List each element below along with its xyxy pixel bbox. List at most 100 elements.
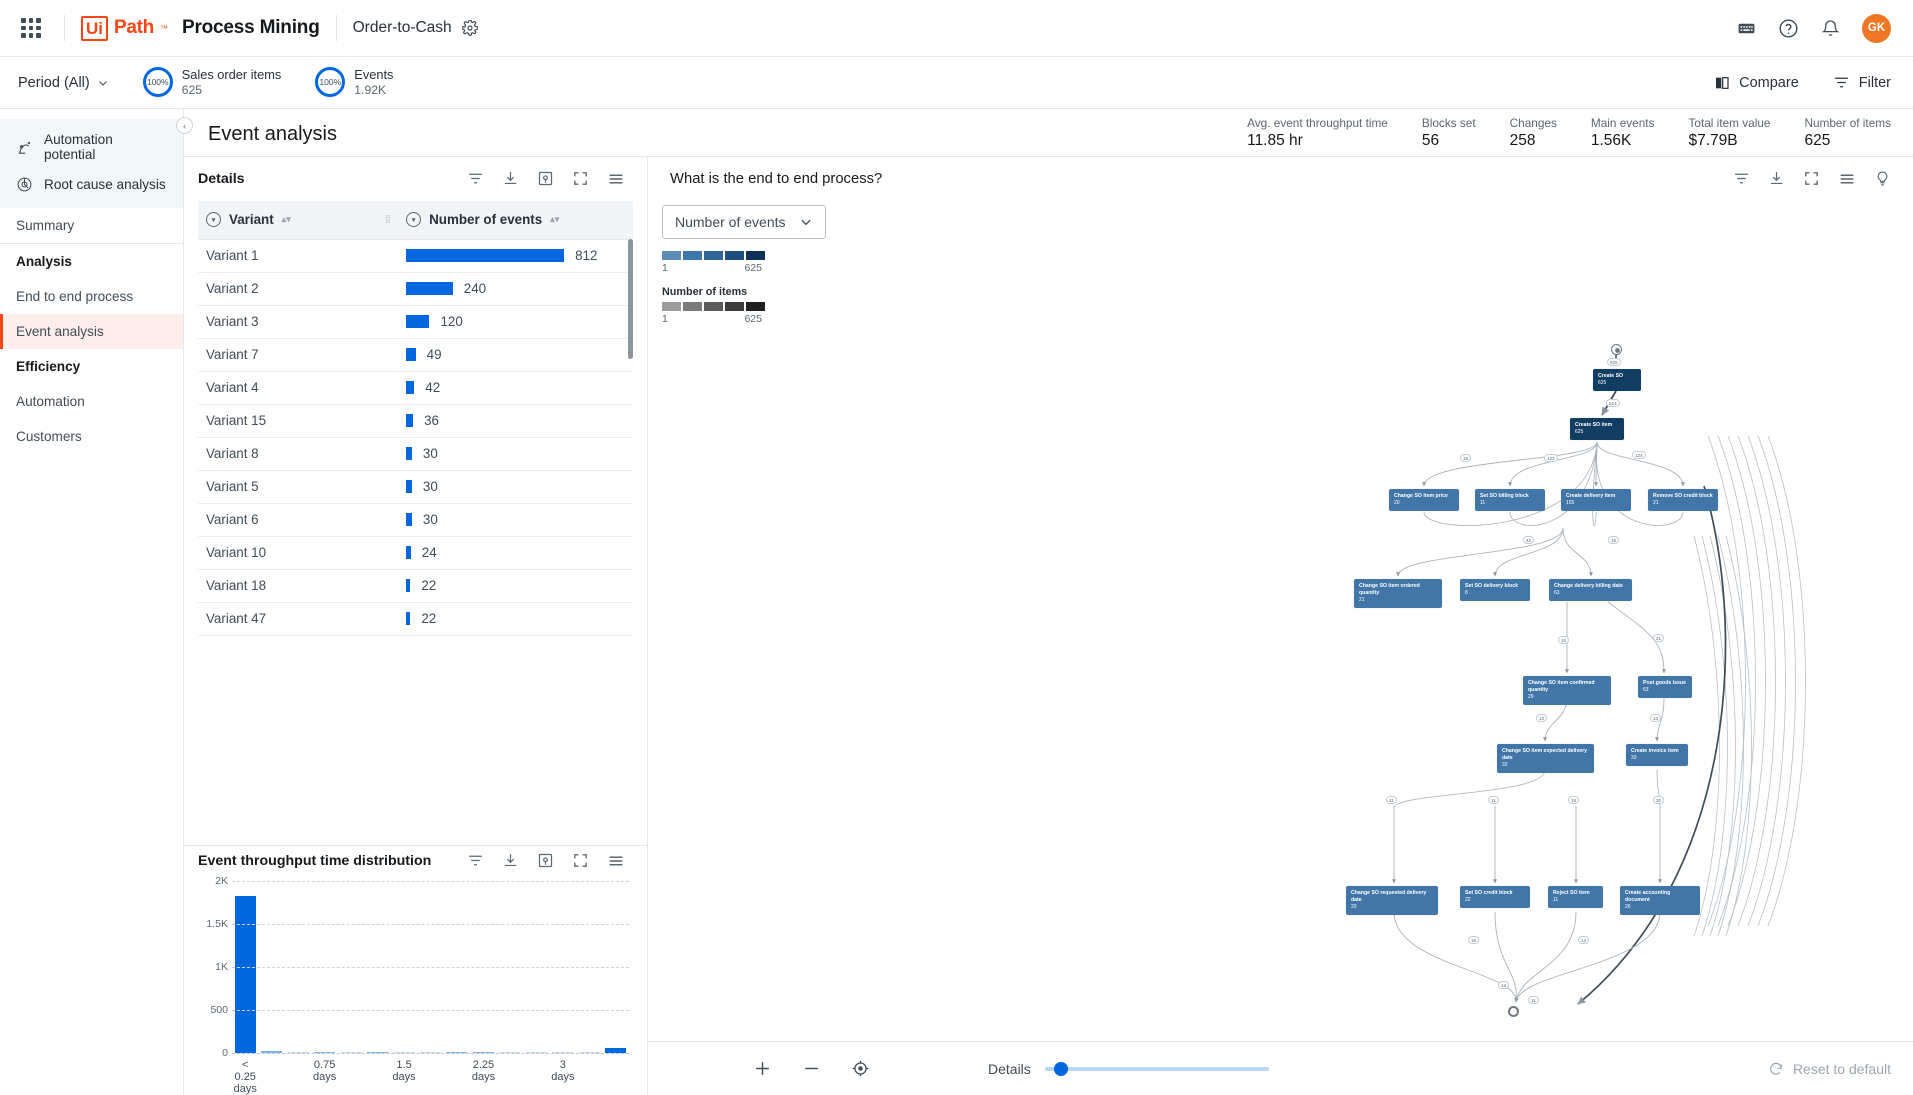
table-row[interactable]: Variant 1822 [198, 569, 633, 602]
graph-end-node[interactable] [1508, 1006, 1519, 1017]
process-node[interactable]: Change SO item ordered quantity21 [1354, 579, 1442, 608]
cell-variant: Variant 3 [198, 305, 398, 338]
node-value: 8 [1465, 590, 1525, 597]
expand-icon[interactable] [572, 852, 589, 870]
table-row[interactable]: Variant 1536 [198, 404, 633, 437]
process-node[interactable]: Reject SO item11 [1548, 886, 1603, 908]
process-node[interactable]: Change SO item expected delivery date32 [1497, 744, 1594, 773]
bulb-icon[interactable] [1874, 170, 1891, 188]
sidebar-item-event-analysis[interactable]: Event analysis [0, 314, 183, 349]
edge-label: 21 [1653, 634, 1664, 642]
table-row[interactable]: Variant 1024 [198, 536, 633, 569]
column-header-number-of-events[interactable]: ▾ Number of events ▴▾ [398, 201, 633, 239]
process-node[interactable]: Remove SO credit block21 [1648, 489, 1718, 511]
table-row[interactable]: Variant 749 [198, 338, 633, 371]
column-header-variant[interactable]: ▾ Variant ▴▾ ⁞⁞ [198, 201, 398, 239]
graph-start-node[interactable] [1611, 344, 1622, 355]
menu-icon[interactable] [607, 852, 625, 870]
save-icon[interactable] [537, 852, 554, 870]
table-row[interactable]: Variant 630 [198, 503, 633, 536]
column-grip-icon[interactable]: ⁞⁞ [385, 214, 390, 226]
process-node[interactable]: Create SO625 [1593, 369, 1641, 391]
filter-icon[interactable] [1733, 170, 1750, 188]
table-scrollbar[interactable] [628, 239, 633, 359]
process-node[interactable]: Create delivery item155 [1561, 489, 1631, 511]
sort-icon-2[interactable]: ▴▾ [550, 216, 559, 223]
cell-number-of-events: 42 [398, 371, 633, 404]
process-node[interactable]: Set SO billing block11 [1475, 489, 1545, 511]
process-node[interactable]: Change delivery billing date63 [1549, 579, 1632, 601]
table-row[interactable]: Variant 530 [198, 470, 633, 503]
process-node[interactable]: Create accounting document26 [1620, 886, 1700, 915]
filter-icon[interactable] [467, 852, 484, 870]
kpi-chip-sales-order-items[interactable]: 100% Sales order items 625 [143, 67, 282, 98]
collapse-sidebar-button[interactable]: ‹ [176, 117, 193, 134]
x-tick-label: 3 days [550, 1059, 576, 1095]
legend-swatches-items [662, 302, 826, 311]
minus-icon[interactable] [802, 1059, 821, 1078]
table-row[interactable]: Variant 4722 [198, 602, 633, 635]
avatar[interactable]: GK [1862, 14, 1891, 43]
download-icon[interactable] [502, 852, 519, 870]
process-node[interactable]: Set SO delivery block8 [1460, 579, 1530, 601]
process-node[interactable]: Create SO item625 [1570, 418, 1624, 440]
download-icon[interactable] [1768, 170, 1785, 188]
download-icon[interactable] [502, 170, 519, 188]
process-node[interactable]: Change SO item confirmed quantity29 [1523, 676, 1611, 705]
filter-icon[interactable] [467, 170, 484, 188]
bell-icon[interactable] [1821, 19, 1840, 38]
graph-edge [1394, 770, 1545, 808]
slider-thumb[interactable] [1054, 1062, 1068, 1076]
process-node[interactable]: Change SO requested delivery date20 [1346, 886, 1438, 915]
sidebar-item-summary[interactable]: Summary [0, 208, 183, 243]
menu-icon[interactable] [607, 170, 625, 188]
expand-icon[interactable] [572, 170, 589, 188]
compare-button[interactable]: Compare [1714, 75, 1799, 91]
save-icon[interactable] [537, 170, 554, 188]
menu-icon[interactable] [1838, 170, 1856, 188]
value-bar [406, 579, 410, 592]
expand-icon[interactable] [1803, 170, 1820, 188]
sidebar-item-customers[interactable]: Customers [0, 419, 183, 454]
plus-icon[interactable] [753, 1059, 772, 1078]
help-circle-icon[interactable] [1778, 18, 1799, 39]
table-row[interactable]: Variant 2240 [198, 272, 633, 305]
kpi-chip-events[interactable]: 100% Events 1.92K [315, 67, 393, 98]
reset-to-default-button[interactable]: Reset to default [1768, 1061, 1891, 1077]
sidebar-item-analysis[interactable]: Analysis [0, 243, 183, 279]
bar-slot[interactable] [232, 896, 258, 1053]
value-label: 42 [425, 380, 440, 395]
process-graph[interactable]: Number of events 1 625 [648, 201, 1913, 1041]
metric-select[interactable]: Number of events [662, 205, 826, 239]
left-column: Details [184, 157, 648, 1095]
process-node[interactable]: Post goods issue63 [1638, 676, 1692, 698]
gear-icon[interactable] [462, 20, 478, 36]
sidebar-item-end-to-end-process[interactable]: End to end process [0, 279, 183, 314]
sidebar-item-automation[interactable]: Automation [0, 384, 183, 419]
keyboard-icon[interactable] [1737, 19, 1756, 38]
process-node[interactable]: Create invoice item33 [1626, 744, 1688, 766]
crosshair-icon[interactable] [851, 1059, 870, 1078]
chevron-circle-icon-2[interactable]: ▾ [406, 212, 421, 227]
table-row[interactable]: Variant 442 [198, 371, 633, 404]
sidebar-item-automation-potential[interactable]: Automation potential [0, 125, 183, 169]
details-slider[interactable] [1045, 1067, 1269, 1071]
filter-button[interactable]: Filter [1833, 74, 1891, 91]
apps-grid-icon[interactable] [14, 11, 48, 45]
x-tick-label [364, 1059, 390, 1095]
table-row[interactable]: Variant 830 [198, 437, 633, 470]
chevron-circle-icon[interactable]: ▾ [206, 212, 221, 227]
table-row[interactable]: Variant 3120 [198, 305, 633, 338]
x-tick-label [444, 1059, 470, 1095]
kpi-label-4: Main events [1591, 115, 1655, 132]
cell-number-of-events: 36 [398, 404, 633, 437]
process-node[interactable]: Set SO credit block22 [1460, 886, 1530, 908]
period-selector[interactable]: Period (All) [18, 75, 109, 91]
sidebar-item-root-cause-analysis[interactable]: Root cause analysis [0, 169, 183, 200]
process-node[interactable]: Change SO item price20 [1389, 489, 1459, 511]
sidebar-item-efficiency[interactable]: Efficiency [0, 349, 183, 384]
process-name[interactable]: Order-to-Cash [353, 19, 452, 37]
edge-label: 18 [1568, 796, 1579, 804]
table-row[interactable]: Variant 1812 [198, 239, 633, 272]
sort-icon[interactable]: ▴▾ [282, 216, 291, 223]
